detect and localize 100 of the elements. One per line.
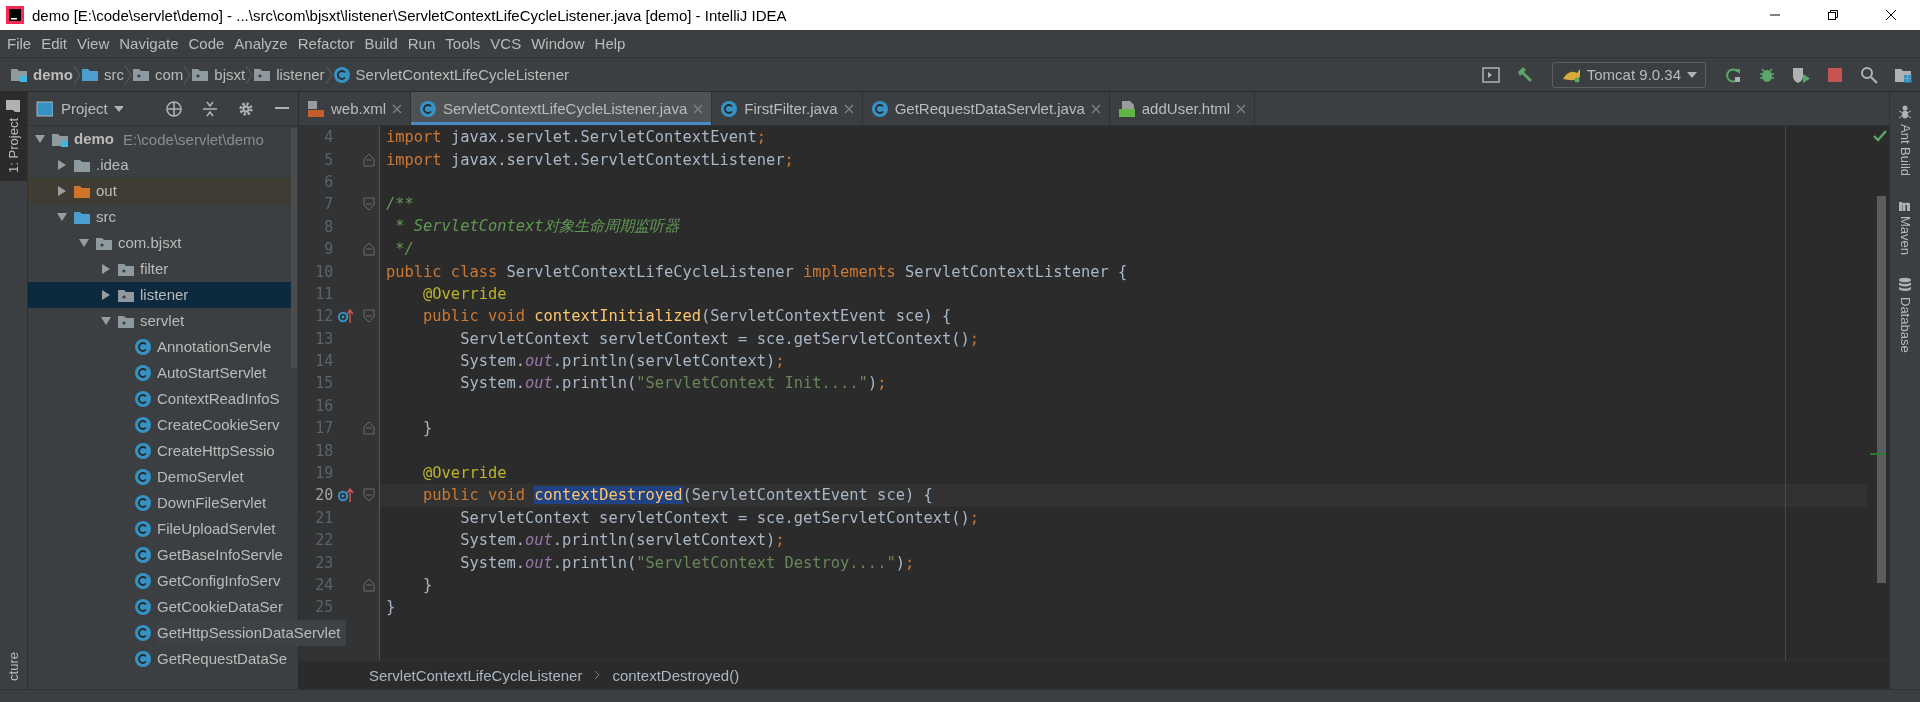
panel-title[interactable]: Project (61, 100, 108, 117)
tree-item[interactable]: ContextReadInfoS (28, 386, 291, 412)
close-tab-icon[interactable] (1090, 103, 1101, 114)
fold-marker-icon[interactable] (362, 578, 375, 592)
close-tab-icon[interactable] (1236, 103, 1247, 114)
breadcrumb-item[interactable]: ServletContextLifeCycleListener (332, 65, 569, 84)
class-icon (134, 494, 152, 512)
tree-item[interactable]: servlet (28, 308, 291, 334)
tree-item-label: CreateCookieServ (157, 415, 280, 435)
breadcrumb-item[interactable]: com (132, 66, 184, 83)
menu-item[interactable]: Edit (36, 35, 73, 52)
editor-tab[interactable]: GetRequestDataServlet.java (862, 92, 1110, 125)
fold-marker-icon[interactable] (362, 309, 375, 324)
tool-window-tab[interactable]: Maven (1897, 198, 1913, 256)
collapse-arrow-icon[interactable] (100, 315, 112, 327)
menu-item[interactable]: Refactor (292, 35, 360, 52)
editor-tab[interactable]: FirstFilter.java (712, 92, 863, 125)
scrollbar-thumb[interactable] (1877, 196, 1886, 583)
menu-item[interactable]: File (2, 35, 37, 52)
menu-item[interactable]: Window (526, 35, 590, 52)
package-folder-icon (132, 67, 150, 82)
run-config-dropdown[interactable]: Tomcat 9.0.34 (1551, 61, 1706, 88)
scrollbar-thumb[interactable] (291, 128, 297, 368)
html-file-icon (1117, 99, 1136, 118)
expand-arrow-icon[interactable] (100, 289, 112, 301)
breadcrumb-separator-icon (324, 64, 333, 85)
tree-item[interactable]: com.bjsxt (28, 230, 291, 256)
editor-tab[interactable]: ServletContextLifeCycleListener.java (411, 92, 713, 125)
class-icon (134, 338, 152, 356)
expand-arrow-icon[interactable] (56, 185, 68, 197)
tree-item-label: FileUploadServlet (157, 519, 276, 539)
code-line: System.out.println("ServletContext Init...."); (459, 374, 887, 393)
tree-item[interactable]: GetHttpSessionDataServlet (28, 620, 347, 646)
menu-item[interactable]: View (72, 35, 115, 52)
expand-arrow-icon[interactable] (56, 159, 68, 171)
change-marker (1870, 453, 1886, 455)
tree-item[interactable]: demo E:\code\servlet\demo (28, 126, 291, 152)
menu-item[interactable]: Build (359, 35, 403, 52)
collapse-arrow-icon[interactable] (56, 211, 68, 223)
tool-window-tab[interactable]: 1: Project (0, 92, 27, 181)
fold-marker-icon[interactable] (362, 152, 375, 167)
tree-item[interactable]: AutoStartServlet (28, 360, 291, 386)
tree-item[interactable]: AnnotationServle (28, 334, 291, 360)
tree-item[interactable]: CreateHttpSessio (28, 438, 291, 464)
menu-item[interactable]: Run (402, 35, 441, 52)
tree-item[interactable]: .idea (28, 152, 291, 178)
tree-item[interactable]: filter (28, 256, 291, 282)
close-tab-icon[interactable] (843, 103, 854, 114)
tree-item[interactable]: out (28, 178, 291, 204)
override-marker-icon[interactable] (336, 487, 355, 504)
fold-marker-icon[interactable] (362, 421, 375, 436)
menu-item[interactable]: Help (589, 35, 631, 52)
collapse-arrow-icon[interactable] (78, 237, 90, 249)
editor-tab[interactable]: addUser.html (1109, 92, 1256, 125)
xml-file-icon (307, 99, 325, 118)
module-folder-icon (10, 67, 28, 82)
breadcrumb-separator-icon (124, 64, 132, 85)
tree-item[interactable]: GetConfigInfoServ (28, 568, 291, 594)
package-folder-icon (191, 67, 210, 82)
package-folder-icon (117, 261, 135, 277)
caret-icon[interactable] (113, 105, 124, 112)
tree-item[interactable]: FileUploadServlet (28, 516, 291, 542)
tree-item[interactable]: GetRequestDataSe (28, 646, 291, 672)
tool-window-tab[interactable]: Database (1897, 277, 1913, 353)
expand-arrow-icon[interactable] (100, 263, 112, 275)
close-tab-icon[interactable] (392, 103, 402, 114)
override-marker-icon[interactable] (336, 308, 355, 325)
fold-marker-icon[interactable] (362, 242, 375, 257)
tree-item-label: demo (74, 129, 114, 149)
tree-item[interactable]: GetBaseInfoServle (28, 542, 291, 568)
menu-item[interactable]: VCS (485, 35, 527, 52)
tree-item-label: ContextReadInfoS (157, 389, 280, 409)
tree-item[interactable]: listener (28, 282, 291, 308)
tree-item[interactable]: DownFileServlet (28, 490, 291, 516)
code-line: System.out.println(servletContext); (459, 531, 785, 550)
fold-marker-icon[interactable] (362, 197, 375, 212)
breadcrumb-item[interactable]: src (81, 66, 124, 83)
package-folder-icon (117, 287, 135, 303)
class-icon (134, 390, 152, 408)
tool-window-tab[interactable]: Ant Build (1897, 104, 1913, 177)
menu-item[interactable]: Tools (440, 35, 486, 52)
breadcrumb-item[interactable]: bjsxt (191, 66, 246, 83)
tree-item[interactable]: src (28, 204, 291, 230)
breadcrumb-item[interactable]: ServletContextLifeCycleListener (369, 666, 583, 684)
breadcrumb-item[interactable]: listener (253, 66, 325, 83)
tree-item-label: listener (140, 285, 189, 305)
code-line: System.out.println("ServletContext Destroy...."); (459, 553, 915, 572)
menu-item[interactable]: Analyze (229, 35, 293, 52)
breadcrumb-item[interactable]: contextDestroyed() (612, 666, 740, 684)
tool-window-tab[interactable]: cture (0, 644, 27, 689)
close-tab-icon[interactable] (693, 103, 704, 114)
fold-marker-icon[interactable] (362, 488, 375, 503)
tree-item[interactable]: CreateCookieServ (28, 412, 291, 438)
menu-item[interactable]: Navigate (114, 35, 184, 52)
menu-item[interactable]: Code (183, 35, 230, 52)
breadcrumb-item[interactable]: demo (10, 66, 73, 83)
tree-item[interactable]: GetCookieDataSer (28, 594, 291, 620)
app-logo-icon (6, 6, 24, 24)
collapse-arrow-icon[interactable] (34, 133, 46, 145)
tree-item[interactable]: DemoServlet (28, 464, 291, 490)
